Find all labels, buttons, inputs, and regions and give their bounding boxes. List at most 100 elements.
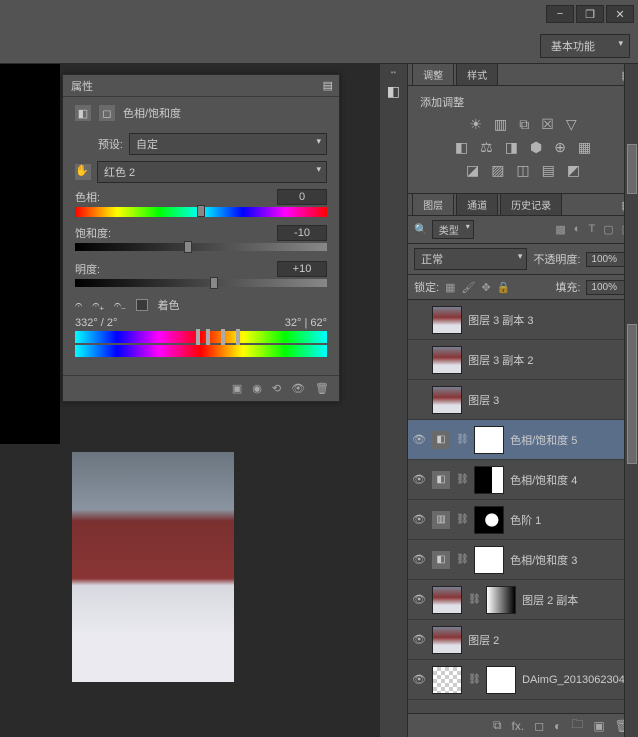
panel-menu-icon[interactable]: ▤	[323, 79, 333, 92]
layer-name[interactable]: 色相/饱和度 3	[510, 552, 634, 568]
layer-thumb[interactable]	[432, 346, 462, 374]
vibrance-icon[interactable]: ▽	[566, 116, 577, 133]
layer-thumb[interactable]	[432, 386, 462, 414]
view-previous-icon[interactable]: ◉	[252, 382, 262, 395]
workspace-dropdown[interactable]: 基本功能	[540, 34, 630, 58]
eyedropper-sub-icon[interactable]: 𝄐₋	[114, 297, 126, 313]
color-range-slider[interactable]	[75, 331, 327, 343]
layer-name[interactable]: 色相/饱和度 4	[510, 472, 634, 488]
channel-select[interactable]: 红色 2	[97, 161, 327, 183]
hsl-icon[interactable]: ◧	[455, 139, 468, 156]
saturation-slider[interactable]	[75, 243, 327, 251]
selective-color-icon[interactable]: ◩	[567, 162, 580, 179]
lock-brush-icon[interactable]: 🖌	[462, 281, 476, 294]
link-layers-icon[interactable]: ⧉	[493, 718, 502, 733]
minimize-button[interactable]: −	[546, 5, 574, 23]
eyedropper-add-icon[interactable]: 𝄐₊	[92, 297, 104, 313]
layer-name[interactable]: 图层 3 副本 3	[468, 312, 634, 328]
mask-thumb[interactable]	[486, 586, 516, 614]
eyedropper-icon[interactable]: 𝄐	[75, 297, 82, 313]
photo-filter-icon[interactable]: ⬢	[530, 139, 542, 156]
blend-mode-select[interactable]: 正常	[414, 248, 527, 270]
layer-name[interactable]: 图层 3	[468, 392, 634, 408]
hand-icon[interactable]: ✋	[75, 164, 91, 180]
layer-row[interactable]: 图层 3 副本 3	[408, 300, 638, 340]
bw-icon[interactable]: ◨	[505, 139, 518, 156]
fx-icon[interactable]: fx.	[512, 719, 525, 733]
new-adjustment-icon[interactable]: ◐	[554, 719, 561, 733]
mask-icon[interactable]: ◻	[534, 719, 544, 733]
lock-all-icon[interactable]: 🔒	[497, 281, 511, 294]
filter-type-select[interactable]: 类型	[432, 220, 474, 239]
hue-slider[interactable]	[75, 207, 327, 217]
restore-button[interactable]: ❐	[576, 5, 604, 23]
visibility-icon[interactable]: 👁	[412, 673, 426, 686]
saturation-value[interactable]: -10	[277, 225, 327, 241]
colorize-checkbox[interactable]	[136, 299, 148, 311]
layer-name[interactable]: 色相/饱和度 5	[510, 432, 634, 448]
lock-move-icon[interactable]: ✥	[482, 281, 491, 294]
posterize-icon[interactable]: ▨	[491, 162, 504, 179]
layer-thumb[interactable]	[432, 586, 462, 614]
threshold-icon[interactable]: ◫	[516, 162, 529, 179]
invert-icon[interactable]: ◪	[466, 162, 479, 179]
filter-text-icon[interactable]: T	[588, 223, 595, 236]
mask-thumb[interactable]	[474, 466, 504, 494]
visibility-icon[interactable]: 👁	[291, 382, 305, 395]
visibility-icon[interactable]: 👁	[412, 553, 426, 566]
exposure-icon[interactable]: ☒	[541, 116, 554, 133]
properties-tab[interactable]: 属性	[71, 78, 93, 94]
mask-thumb[interactable]	[474, 546, 504, 574]
tab-styles[interactable]: 样式	[456, 63, 498, 85]
clip-to-layer-icon[interactable]: ▣	[232, 382, 242, 395]
layer-row[interactable]: 图层 3 副本 2	[408, 340, 638, 380]
layer-row[interactable]: 👁⛓DAimG_2013062304...	[408, 660, 638, 700]
layer-row[interactable]: 👁◧⛓色相/饱和度 3	[408, 540, 638, 580]
tab-layers[interactable]: 图层	[412, 193, 454, 215]
brightness-icon[interactable]: ☀	[469, 116, 482, 133]
mask-thumb[interactable]	[474, 426, 504, 454]
layer-name[interactable]: DAimG_2013062304...	[522, 674, 634, 686]
visibility-icon[interactable]: 👁	[412, 473, 426, 486]
new-group-icon[interactable]: 🗀	[571, 715, 583, 736]
new-layer-icon[interactable]: ▣	[593, 719, 604, 733]
mask-thumb[interactable]	[486, 666, 516, 694]
layer-row[interactable]: 👁 图层 2	[408, 620, 638, 660]
layer-row[interactable]: 👁▥⛓色阶 1	[408, 500, 638, 540]
layer-row[interactable]: 👁◧⛓色相/饱和度 5	[408, 420, 638, 460]
filter-pixel-icon[interactable]: ▩	[555, 223, 565, 236]
collapsed-panel-icon[interactable]: ◧	[387, 83, 400, 100]
gradient-map-icon[interactable]: ▤	[542, 162, 555, 179]
hue-value[interactable]: 0	[277, 189, 327, 205]
lightness-slider[interactable]	[75, 279, 327, 287]
lightness-value[interactable]: +10	[277, 261, 327, 277]
filter-shape-icon[interactable]: ▢	[603, 223, 613, 236]
levels-icon[interactable]: ▥	[494, 116, 507, 133]
tab-adjustments[interactable]: 调整	[412, 63, 454, 85]
layer-name[interactable]: 图层 2	[468, 632, 634, 648]
mask-thumb[interactable]	[474, 506, 504, 534]
layer-thumb[interactable]	[432, 666, 462, 694]
channel-mixer-icon[interactable]: ⊕	[554, 139, 566, 156]
canvas-image[interactable]	[72, 452, 234, 682]
tab-history[interactable]: 历史记录	[500, 193, 562, 215]
search-icon[interactable]: 🔍	[414, 223, 428, 236]
balance-icon[interactable]: ⚖	[480, 139, 493, 156]
layer-thumb[interactable]	[432, 306, 462, 334]
layer-name[interactable]: 色阶 1	[510, 512, 634, 528]
layer-thumb[interactable]	[432, 626, 462, 654]
trash-icon[interactable]: 🗑	[315, 382, 329, 395]
filter-adjust-icon[interactable]: ◐	[574, 223, 581, 236]
layer-name[interactable]: 图层 3 副本 2	[468, 352, 634, 368]
close-button[interactable]: ✕	[606, 5, 634, 23]
visibility-icon[interactable]: 👁	[412, 513, 426, 526]
lock-pixels-icon[interactable]: ▦	[445, 281, 455, 294]
layer-name[interactable]: 图层 2 副本	[522, 592, 634, 608]
mask-icon[interactable]: ◻	[99, 105, 115, 121]
tab-channels[interactable]: 通道	[456, 193, 498, 215]
curves-icon[interactable]: ⧉	[519, 116, 529, 133]
visibility-icon[interactable]: 👁	[412, 433, 426, 446]
right-scrollbar[interactable]	[624, 64, 638, 737]
visibility-icon[interactable]: 👁	[412, 633, 426, 646]
reset-icon[interactable]: ⟲	[272, 382, 281, 395]
